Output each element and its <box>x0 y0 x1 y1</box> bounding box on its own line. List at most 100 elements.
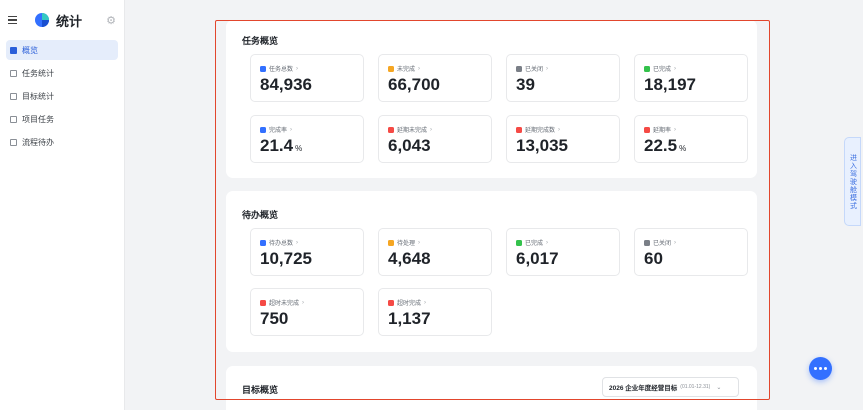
sidebar-item-label: 任务统计 <box>22 68 54 78</box>
stat-label-text: 已完成 <box>653 67 672 73</box>
stat-label-text: 超时未完成 <box>269 301 300 307</box>
chevron-right-icon: › <box>290 126 293 133</box>
goal-stats-icon <box>10 92 17 100</box>
stat-label-text: 已完成 <box>525 241 544 247</box>
stat-unit: % <box>679 144 687 153</box>
app-title: 统计 <box>56 13 83 29</box>
stat-value: 4,648 <box>388 249 431 269</box>
dot-icon <box>819 367 822 370</box>
stat-label: 完成率 › <box>260 125 292 134</box>
stat-label-text: 未完成 <box>397 67 416 73</box>
sidebar-item-task-stats[interactable]: 任务统计 <box>6 63 118 83</box>
menu-icon[interactable] <box>8 13 22 27</box>
todo-overview-card: 待办概览 待办总数 › 10,725 待处理 › 4,648 已完成 › 6,017 已关闭 › 60… <box>226 191 757 352</box>
stat-number: 13,035 <box>516 136 568 155</box>
stat-label-text: 延期未完成 <box>397 128 428 134</box>
sidebar-item-project-tasks[interactable]: 项目任务 <box>6 109 118 129</box>
sidebar-item-overview[interactable]: 概览 <box>6 40 118 60</box>
stat-card[interactable]: 任务总数 › 84,936 <box>250 54 364 102</box>
stat-value: 22.5% <box>644 136 686 156</box>
cockpit-mode-tab[interactable]: 进入驾驶舱模式 <box>844 137 861 226</box>
cockpit-mode-label: 进入驾驶舱模式 <box>849 153 857 210</box>
stat-label: 已完成 › <box>516 238 548 247</box>
stat-status-icon <box>516 65 522 72</box>
stat-label: 延期未完成 › <box>388 125 432 134</box>
stat-label: 已关闭 › <box>644 238 676 247</box>
stat-status-icon <box>260 299 266 306</box>
sidebar-item-label: 项目任务 <box>22 114 54 124</box>
stat-value: 60 <box>644 249 663 269</box>
stat-status-icon <box>388 299 394 306</box>
sidebar-item-label: 流程待办 <box>22 137 54 147</box>
stat-label-text: 完成率 <box>269 128 288 134</box>
stat-label-text: 已关闭 <box>653 241 672 247</box>
stat-value: 18,197 <box>644 75 696 95</box>
stat-label: 任务总数 › <box>260 64 298 73</box>
stat-value: 10,725 <box>260 249 312 269</box>
goal-selector-dropdown[interactable]: 2026 企业年度经营目标 (01.01-12.31) ⌄ <box>602 377 739 397</box>
stat-card[interactable]: 待处理 › 4,648 <box>378 228 492 276</box>
stat-card[interactable]: 已关闭 › 39 <box>506 54 620 102</box>
stat-card[interactable]: 已完成 › 18,197 <box>634 54 748 102</box>
stat-value: 13,035 <box>516 136 568 156</box>
chevron-right-icon: › <box>424 299 427 306</box>
more-actions-button[interactable] <box>809 357 832 380</box>
stat-label: 待处理 › <box>388 238 420 247</box>
stat-number: 10,725 <box>260 249 312 268</box>
settings-gear-icon[interactable]: ⚙ <box>106 14 116 27</box>
stat-status-icon <box>260 65 266 72</box>
stat-card[interactable]: 待办总数 › 10,725 <box>250 228 364 276</box>
stat-label: 已完成 › <box>644 64 676 73</box>
chevron-right-icon: › <box>674 126 677 133</box>
stat-card[interactable]: 超时未完成 › 750 <box>250 288 364 336</box>
stat-unit: % <box>295 144 303 153</box>
stat-number: 84,936 <box>260 75 312 94</box>
stat-label: 超时未完成 › <box>260 298 304 307</box>
chevron-right-icon: › <box>546 239 549 246</box>
main-content: 任务概览 任务总数 › 84,936 未完成 › 66,700 已关闭 › 39 已完成 › 18,1… <box>125 0 863 410</box>
stat-label: 延期完成数 › <box>516 125 560 134</box>
chevron-right-icon: › <box>302 299 305 306</box>
stat-status-icon <box>516 239 522 246</box>
stat-value: 6,043 <box>388 136 431 156</box>
chevron-right-icon: › <box>546 65 549 72</box>
stat-status-icon <box>388 65 394 72</box>
stat-card[interactable]: 延期率 › 22.5% <box>634 115 748 163</box>
stat-label: 已关闭 › <box>516 64 548 73</box>
dot-icon <box>824 367 827 370</box>
sidebar: 统计 ⚙ 概览 任务统计 目标统计 项目任务 流程待办 <box>0 0 125 410</box>
stat-card[interactable]: 延期未完成 › 6,043 <box>378 115 492 163</box>
stat-number: 18,197 <box>644 75 696 94</box>
goal-selector-range: (01.01-12.31) <box>680 384 711 390</box>
stat-card[interactable]: 未完成 › 66,700 <box>378 54 492 102</box>
stat-card[interactable]: 已完成 › 6,017 <box>506 228 620 276</box>
stat-label: 超时完成 › <box>388 298 426 307</box>
stat-number: 750 <box>260 309 289 328</box>
stat-number: 60 <box>644 249 663 268</box>
workflow-todo-icon <box>10 138 17 146</box>
stat-status-icon <box>388 239 394 246</box>
task-overview-title: 任务概览 <box>242 36 279 46</box>
goal-selector-value: 2026 企业年度经营目标 <box>609 385 678 392</box>
sidebar-item-label: 概览 <box>22 45 38 55</box>
stat-value: 66,700 <box>388 75 440 95</box>
stat-status-icon <box>388 126 394 133</box>
stat-status-icon <box>644 239 650 246</box>
sidebar-item-label: 目标统计 <box>22 91 54 101</box>
stat-card[interactable]: 超时完成 › 1,137 <box>378 288 492 336</box>
sidebar-item-workflow-todo[interactable]: 流程待办 <box>6 132 118 152</box>
chevron-right-icon: › <box>430 126 433 133</box>
todo-overview-title: 待办概览 <box>242 210 279 220</box>
chevron-right-icon: › <box>418 65 421 72</box>
stat-card[interactable]: 延期完成数 › 13,035 <box>506 115 620 163</box>
stat-value: 39 <box>516 75 535 95</box>
stat-number: 66,700 <box>388 75 440 94</box>
chevron-right-icon: › <box>296 239 299 246</box>
dot-icon <box>814 367 817 370</box>
stat-card[interactable]: 已关闭 › 60 <box>634 228 748 276</box>
sidebar-item-goal-stats[interactable]: 目标统计 <box>6 86 118 106</box>
goal-overview-title: 目标概览 <box>242 385 279 395</box>
chevron-right-icon: › <box>674 65 677 72</box>
stat-number: 6,043 <box>388 136 431 155</box>
stat-card[interactable]: 完成率 › 21.4% <box>250 115 364 163</box>
